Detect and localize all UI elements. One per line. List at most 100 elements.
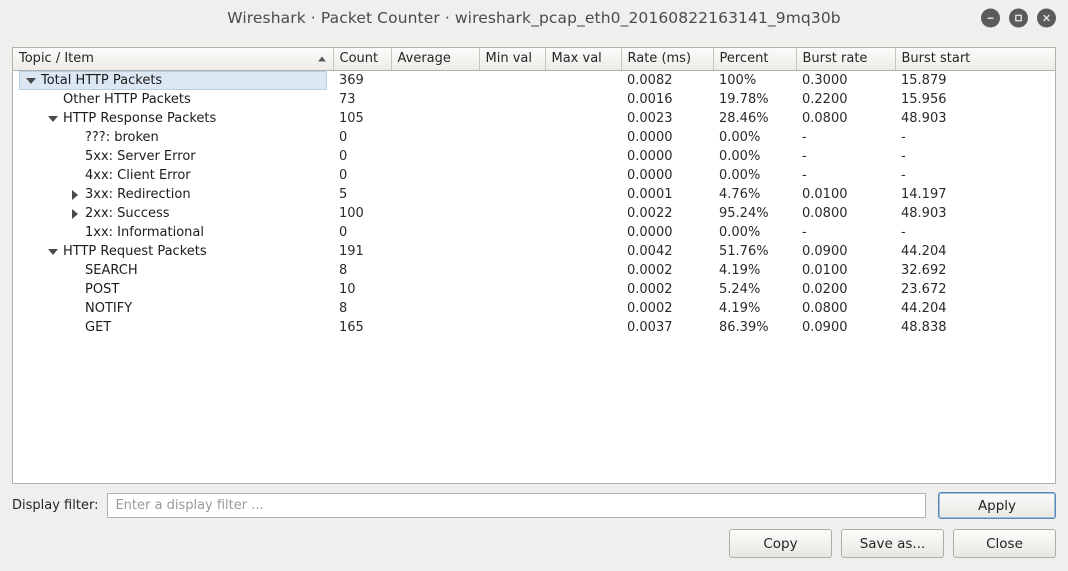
- cell-burst-start: 15.956: [901, 92, 947, 107]
- table-row[interactable]: NOTIFY 8 0.0002 4.19% 0.0800 44.204: [13, 299, 1055, 318]
- cell-topic: POST: [13, 280, 333, 299]
- display-filter-label: Display filter:: [12, 498, 99, 513]
- table-row[interactable]: 1xx: Informational 0 0.0000 0.00% - -: [13, 223, 1055, 242]
- cell-percent: 95.24%: [719, 206, 769, 221]
- column-header-percent[interactable]: Percent: [713, 48, 797, 71]
- cell-percent: 4.19%: [719, 301, 761, 316]
- cell-count: 165: [339, 320, 364, 335]
- table-row[interactable]: HTTP Request Packets 191 0.0042 51.76% 0.090…: [13, 242, 1055, 261]
- cell-min-val: [479, 261, 545, 280]
- statistics-tree: Topic / Item Count Average Min val Max v…: [13, 48, 1055, 337]
- column-header-topic-label: Topic / Item: [19, 51, 94, 66]
- cell-rate-ms: 0.0000: [627, 149, 673, 164]
- expander-placeholder: [67, 261, 82, 280]
- row-label: POST: [85, 282, 120, 297]
- packet-counter-table[interactable]: Topic / Item Count Average Min val Max v…: [12, 47, 1056, 484]
- cell-burst-start: 32.692: [901, 263, 947, 278]
- cell-burst-rate: -: [802, 168, 807, 183]
- cell-max-val: [545, 280, 621, 299]
- table-row[interactable]: 2xx: Success 100 0.0022 95.24% 0.0800 48.903: [13, 204, 1055, 223]
- cell-burst-rate: 0.0200: [802, 282, 848, 297]
- cell-topic: HTTP Request Packets: [13, 242, 333, 261]
- cell-burst-rate: 0.2200: [802, 92, 848, 107]
- cell-count: 100: [339, 206, 364, 221]
- column-header-topic[interactable]: Topic / Item: [13, 48, 334, 71]
- cell-burst-start: -: [901, 149, 906, 164]
- cell-percent: 86.39%: [719, 320, 769, 335]
- expander-placeholder: [67, 128, 82, 147]
- column-header-average[interactable]: Average: [391, 48, 480, 71]
- cell-min-val: [479, 185, 545, 204]
- display-filter-input[interactable]: [107, 493, 926, 518]
- expander-triangle-right-icon[interactable]: [67, 185, 82, 204]
- copy-button[interactable]: Copy: [729, 529, 832, 558]
- sort-ascending-icon: [317, 56, 326, 62]
- table-row[interactable]: Other HTTP Packets 73 0.0016 19.78% 0.2200 15…: [13, 90, 1055, 109]
- cell-max-val: [545, 90, 621, 109]
- close-dialog-button[interactable]: Close: [953, 529, 1056, 558]
- cell-burst-start: 48.903: [901, 206, 947, 221]
- expander-placeholder: [67, 280, 82, 299]
- cell-rate-ms: 0.0002: [627, 263, 673, 278]
- table-row[interactable]: Total HTTP Packets 369 0.0082 100% 0.3000 15.…: [13, 71, 1055, 91]
- display-filter-row: Display filter: Apply: [12, 492, 1056, 519]
- cell-max-val: [545, 261, 621, 280]
- cell-rate-ms: 0.0000: [627, 130, 673, 145]
- close-button[interactable]: [1037, 8, 1056, 28]
- column-header-burst-start[interactable]: Burst start: [895, 48, 1055, 71]
- cell-burst-start: -: [901, 225, 906, 240]
- row-label: ???: broken: [85, 130, 159, 145]
- cell-count: 8: [339, 301, 348, 316]
- cell-average: [391, 185, 479, 204]
- expander-triangle-down-icon[interactable]: [45, 242, 60, 261]
- table-row[interactable]: ???: broken 0 0.0000 0.00% - -: [13, 128, 1055, 147]
- cell-min-val: [479, 223, 545, 242]
- cell-topic: 4xx: Client Error: [13, 166, 333, 185]
- cell-burst-rate: -: [802, 130, 807, 145]
- cell-burst-start: 44.204: [901, 244, 947, 259]
- column-header-max-val[interactable]: Max val: [545, 48, 622, 71]
- expander-placeholder: [67, 299, 82, 318]
- save-as-button[interactable]: Save as...: [841, 529, 944, 558]
- cell-burst-start: -: [901, 130, 906, 145]
- table-row[interactable]: HTTP Response Packets 105 0.0023 28.46% 0.08…: [13, 109, 1055, 128]
- minimize-button[interactable]: [981, 8, 1000, 28]
- table-row[interactable]: 3xx: Redirection 5 0.0001 4.76% 0.0100 14.197: [13, 185, 1055, 204]
- row-label: Other HTTP Packets: [63, 92, 191, 107]
- cell-average: [391, 147, 479, 166]
- row-label: Total HTTP Packets: [41, 73, 163, 88]
- minimize-icon: [987, 17, 994, 19]
- cell-max-val: [545, 299, 621, 318]
- maximize-button[interactable]: [1009, 8, 1028, 28]
- column-header-count[interactable]: Count: [333, 48, 392, 71]
- cell-average: [391, 318, 479, 337]
- cell-rate-ms: 0.0037: [627, 320, 673, 335]
- expander-triangle-down-icon[interactable]: [23, 71, 38, 90]
- cell-rate-ms: 0.0016: [627, 92, 673, 107]
- cell-burst-rate: 0.0800: [802, 301, 848, 316]
- cell-percent: 0.00%: [719, 130, 761, 145]
- column-header-burst-rate[interactable]: Burst rate: [796, 48, 896, 71]
- cell-percent: 4.19%: [719, 263, 761, 278]
- expander-triangle-right-icon[interactable]: [67, 204, 82, 223]
- expander-triangle-down-icon[interactable]: [45, 109, 60, 128]
- expander-placeholder: [67, 147, 82, 166]
- cell-max-val: [545, 71, 621, 91]
- cell-count: 0: [339, 168, 348, 183]
- cell-burst-rate: 0.0100: [802, 263, 848, 278]
- apply-button[interactable]: Apply: [938, 492, 1056, 519]
- table-row[interactable]: 4xx: Client Error 0 0.0000 0.00% - -: [13, 166, 1055, 185]
- cell-rate-ms: 0.0000: [627, 168, 673, 183]
- cell-rate-ms: 0.0082: [627, 73, 673, 88]
- table-row[interactable]: 5xx: Server Error 0 0.0000 0.00% - -: [13, 147, 1055, 166]
- cell-min-val: [479, 280, 545, 299]
- table-row[interactable]: SEARCH 8 0.0002 4.19% 0.0100 32.692: [13, 261, 1055, 280]
- cell-topic: HTTP Response Packets: [13, 109, 333, 128]
- table-row[interactable]: POST 10 0.0002 5.24% 0.0200 23.672: [13, 280, 1055, 299]
- cell-topic: GET: [13, 318, 333, 337]
- column-header-rate-ms[interactable]: Rate (ms): [621, 48, 714, 71]
- cell-burst-rate: 0.0800: [802, 111, 848, 126]
- table-row[interactable]: GET 165 0.0037 86.39% 0.0900 48.838: [13, 318, 1055, 337]
- close-icon: [1043, 14, 1050, 22]
- column-header-min-val[interactable]: Min val: [479, 48, 546, 71]
